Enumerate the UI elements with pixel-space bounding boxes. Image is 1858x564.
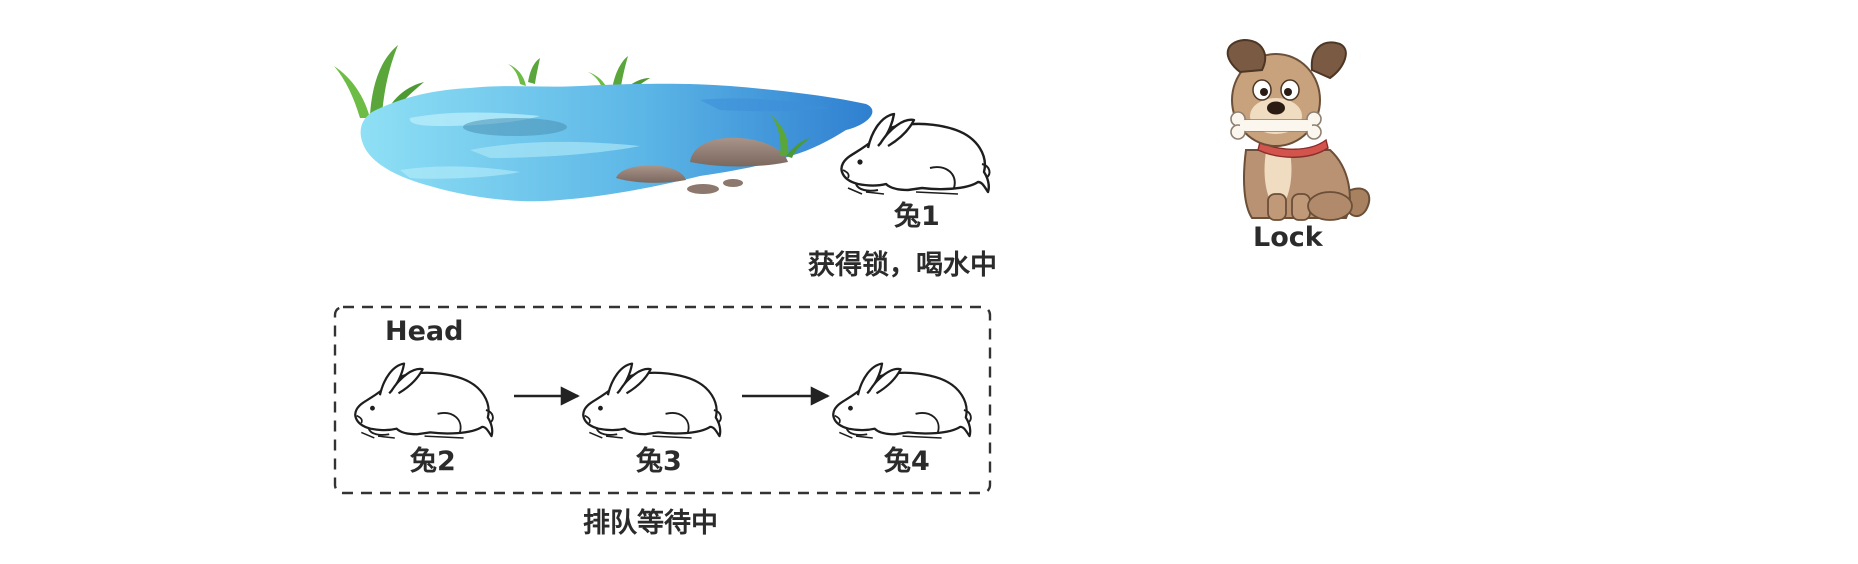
rabbit-1-illustration xyxy=(840,112,991,196)
rabbit-4-label: 兔4 xyxy=(884,446,930,477)
rabbit-2-label: 兔2 xyxy=(410,446,456,477)
rabbit-3-label: 兔3 xyxy=(636,446,682,477)
rabbit-1-status-label: 获得锁，喝水中 xyxy=(808,250,997,281)
rabbit-2-illustration xyxy=(354,362,495,440)
pond-illustration xyxy=(334,45,873,202)
scene-canvas xyxy=(333,38,1371,495)
queue-caption: 排队等待中 xyxy=(583,508,718,539)
rabbit-1-label: 兔1 xyxy=(894,201,940,232)
queue-head-label: Head xyxy=(385,316,464,347)
lock-label: Lock xyxy=(1253,222,1323,253)
rabbit-4-illustration xyxy=(832,362,973,440)
dog-lock-icon xyxy=(1226,38,1371,221)
rabbit-3-illustration xyxy=(582,362,723,440)
